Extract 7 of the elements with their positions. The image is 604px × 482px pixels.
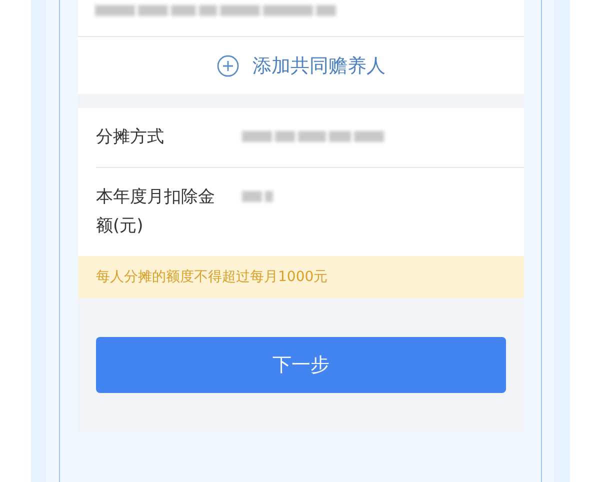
add-dependent-button[interactable]: 添加共同赡养人: [78, 37, 524, 94]
field-label: 分摊方式: [96, 126, 165, 149]
plus-icon: [216, 54, 238, 76]
next-button[interactable]: 下一步: [96, 337, 506, 393]
redacted-text: [242, 191, 273, 202]
notice-text: 每人分摊的额度不得超过每月1000元: [78, 256, 524, 298]
field-label: 本年度月扣除金额(元): [96, 186, 216, 238]
